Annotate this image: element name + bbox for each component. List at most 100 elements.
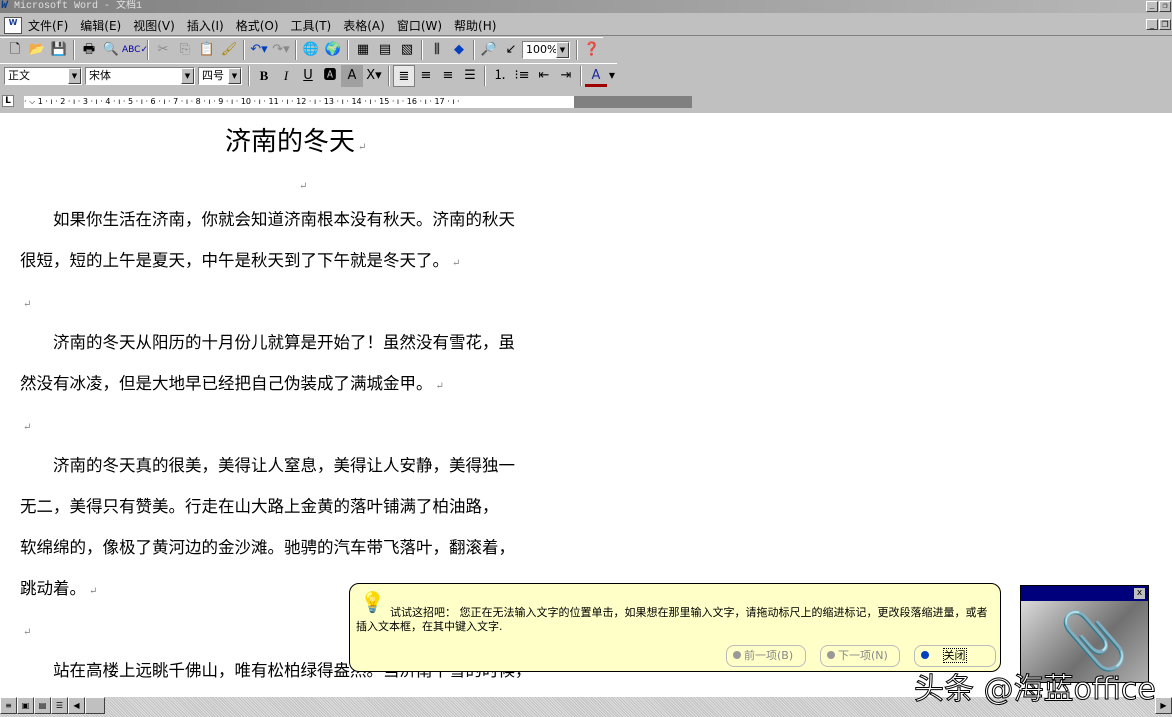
- menu-file[interactable]: 文件(F): [28, 17, 68, 34]
- tip-text: 试试这招吧： 您正在无法输入文字的位置单击，如果想在那里输入文字，请拖动标尺上的…: [356, 606, 988, 633]
- previous-tip-button[interactable]: 前一项(B): [726, 645, 806, 667]
- document-map-icon[interactable]: 🔎: [478, 39, 500, 61]
- bold-icon[interactable]: B: [253, 65, 275, 87]
- chevron-down-icon[interactable]: ▼: [607, 65, 617, 87]
- outline-view-button[interactable]: ☰: [51, 697, 68, 714]
- char-shading-icon[interactable]: A: [341, 65, 363, 87]
- chevron-down-icon[interactable]: ▼: [181, 68, 194, 84]
- document-line: 济南的冬天真的很美，美得让人窒息，美得让人安静，美得独一: [20, 445, 580, 486]
- next-tip-button[interactable]: 下一项(N): [820, 645, 900, 667]
- standard-toolbar: 🗋 📂 💾 🖶 🔍 ABC✓ ✂ ⎘ 📋 🖌 ↶▾ ↷▾ 🌐 🌍 ▦ ▤ ▧ ⫼…: [0, 37, 603, 62]
- drawing-icon[interactable]: ◆: [448, 39, 470, 61]
- italic-icon[interactable]: I: [275, 65, 297, 87]
- font-value: 宋体: [89, 69, 111, 82]
- menu-view[interactable]: 视图(V): [133, 17, 175, 34]
- font-color-icon[interactable]: A: [585, 65, 607, 87]
- show-hide-icon[interactable]: ↙: [500, 39, 522, 61]
- web-view-button[interactable]: ▣: [17, 697, 34, 714]
- ruler-right-margin: [574, 96, 692, 108]
- line-text: 济南的冬天从阳历的十月份儿就算是开始了！虽然没有雪花，虽: [20, 333, 515, 352]
- font-select[interactable]: 宋体 ▼: [85, 67, 195, 85]
- justify-icon[interactable]: ≣: [393, 65, 415, 87]
- zoom-select[interactable]: 100% ▼: [522, 41, 570, 59]
- line-text: 很短，短的上午是夏天，中午是秋天到了下午就是冬天了。: [20, 251, 449, 270]
- bullets-icon[interactable]: ⁝≡: [511, 65, 533, 87]
- save-icon[interactable]: 💾: [48, 39, 70, 61]
- document-line: ↵: [20, 404, 580, 448]
- size-value: 四号: [202, 69, 224, 82]
- document-line: 然没有冰凌，但是大地早已经把自己伪装成了满城金甲。 ↵: [20, 363, 580, 407]
- columns-icon[interactable]: ⫼: [426, 39, 448, 61]
- distributed-icon[interactable]: ☰: [459, 65, 481, 87]
- doc-restore-button[interactable]: ❐: [1159, 19, 1171, 30]
- tab-stop-selector[interactable]: L: [2, 95, 14, 107]
- chevron-down-icon[interactable]: ▼: [556, 42, 569, 58]
- document-line: 软绵绵的，像极了黄河边的金沙滩。驰骋的汽车带飞落叶，翻滚着，: [20, 527, 580, 568]
- line-text: 无二，美得只有赞美。行走在山大路上金黄的落叶铺满了柏油路，: [20, 497, 499, 516]
- redo-icon[interactable]: ↷▾: [270, 39, 292, 61]
- align-center-icon[interactable]: ≡: [415, 65, 437, 87]
- menu-table[interactable]: 表格(A): [343, 17, 385, 34]
- numbering-icon[interactable]: ⒈: [489, 65, 511, 87]
- document-icon[interactable]: W: [4, 16, 22, 34]
- horizontal-ruler[interactable]: L · ⌵ 1 · ı · 2 · ı · 3 · ı · 4 · ı · 5 …: [0, 92, 1172, 112]
- bullet-icon: [921, 651, 929, 659]
- paragraph-mark: ↵: [23, 422, 32, 433]
- underline-icon[interactable]: U: [297, 65, 319, 87]
- assistant-tip-balloon: 💡 试试这招吧： 您正在无法输入文字的位置单击，如果想在那里输入文字，请拖动标尺…: [349, 583, 1001, 672]
- decrease-indent-icon[interactable]: ⇤: [533, 65, 555, 87]
- menu-window[interactable]: 窗口(W): [397, 17, 442, 34]
- insert-table-icon[interactable]: ▤: [374, 39, 396, 61]
- style-select[interactable]: 正文 ▼: [4, 67, 82, 85]
- undo-icon[interactable]: ↶▾: [248, 39, 270, 61]
- normal-view-button[interactable]: ≡: [0, 697, 17, 714]
- restore-button[interactable]: ❐: [1159, 1, 1171, 12]
- scroll-thumb[interactable]: [85, 697, 105, 714]
- menu-format[interactable]: 格式(O): [236, 17, 279, 34]
- close-icon[interactable]: x: [1134, 588, 1145, 599]
- help-icon[interactable]: ❓: [581, 39, 603, 61]
- paste-icon[interactable]: 📋: [196, 39, 218, 61]
- watermark: 头条 @海蓝office: [914, 672, 1157, 708]
- menu-tools[interactable]: 工具(T): [291, 17, 332, 34]
- document-line: 如果你生活在济南，你就会知道济南根本没有秋天。济南的秋天: [20, 199, 580, 240]
- cut-icon[interactable]: ✂: [152, 39, 174, 61]
- copy-icon[interactable]: ⎘: [174, 39, 196, 61]
- paragraph-mark: ↵: [23, 299, 32, 310]
- scroll-right-button[interactable]: ▶: [1155, 697, 1172, 714]
- scroll-left-button[interactable]: ◀: [68, 697, 85, 714]
- size-select[interactable]: 四号 ▼: [198, 67, 242, 85]
- tables-borders-icon[interactable]: ▦: [352, 39, 374, 61]
- web-toolbar-icon[interactable]: 🌐: [300, 39, 322, 61]
- assistant-caption: [1021, 586, 1148, 601]
- chevron-down-icon[interactable]: ▼: [228, 68, 241, 84]
- open-icon[interactable]: 📂: [26, 39, 48, 61]
- document-line: 济南的冬天从阳历的十月份儿就算是开始了！虽然没有雪花，虽: [20, 322, 580, 363]
- spelling-icon[interactable]: ABC✓: [122, 39, 148, 61]
- format-painter-icon[interactable]: 🖌: [218, 39, 240, 61]
- paragraph-mark: ↵: [452, 258, 461, 269]
- new-icon[interactable]: 🗋: [4, 39, 26, 61]
- minimize-button[interactable]: _: [1146, 1, 1158, 12]
- insert-excel-icon[interactable]: ▧: [396, 39, 418, 61]
- increase-indent-icon[interactable]: ⇥: [555, 65, 577, 87]
- bullet-icon: [733, 651, 741, 659]
- hyperlink-icon[interactable]: 🌍: [322, 39, 344, 61]
- formatting-toolbar: 正文 ▼ 宋体 ▼ 四号 ▼ B I U 🅰 A X▾ ≣ ≡ ≡ ☰ ⒈ ⁝≡ ⇤ …: [0, 63, 617, 88]
- menu-help[interactable]: 帮助(H): [454, 17, 496, 34]
- document-line: 很短，短的上午是夏天，中午是秋天到了下午就是冬天了。 ↵: [20, 240, 580, 284]
- align-right-icon[interactable]: ≡: [437, 65, 459, 87]
- line-text: 济南的冬天真的很美，美得让人窒息，美得让人安静，美得独一: [20, 456, 515, 475]
- char-scale-icon[interactable]: X▾: [363, 65, 385, 87]
- page-view-button[interactable]: ▤: [34, 697, 51, 714]
- print-preview-icon[interactable]: 🔍: [100, 39, 122, 61]
- line-text: 跳动着。: [20, 579, 86, 598]
- doc-minimize-button[interactable]: _: [1146, 19, 1158, 30]
- print-icon[interactable]: 🖶: [78, 39, 100, 61]
- zoom-value: 100%: [526, 43, 558, 56]
- document-line: 无二，美得只有赞美。行走在山大路上金黄的落叶铺满了柏油路，: [20, 486, 580, 527]
- menu-insert[interactable]: 插入(I): [187, 17, 224, 34]
- menu-edit[interactable]: 编辑(E): [80, 17, 121, 34]
- char-border-icon[interactable]: 🅰: [319, 65, 341, 87]
- chevron-down-icon[interactable]: ▼: [68, 68, 81, 84]
